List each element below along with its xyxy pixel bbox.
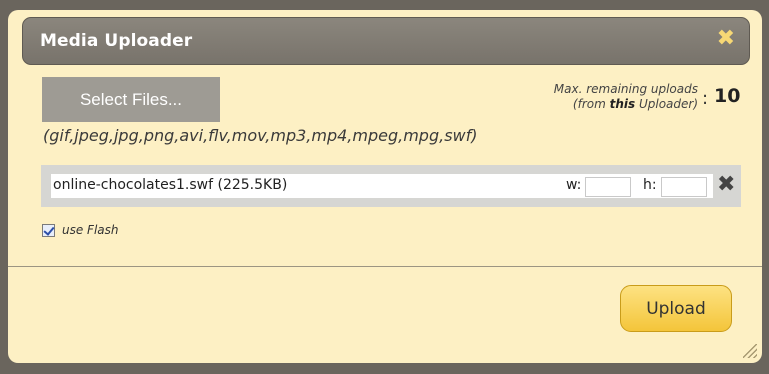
close-icon[interactable]: ✖ [717,28,735,50]
dialog-title: Media Uploader [40,31,193,51]
remove-file-icon[interactable]: ✖ [717,172,735,198]
allowed-formats: (gif,jpeg,jpg,png,avi,flv,mov,mp3,mp4,mp… [43,126,478,145]
max-uploads-line2-bold: this [609,97,636,111]
width-input[interactable] [585,177,631,197]
divider [8,266,762,267]
file-name: online-chocolates1.swf (225.5KB) [53,177,288,193]
media-uploader-dialog: Media Uploader ✖ Select Files... Max. re… [8,10,762,363]
file-row: online-chocolates1.swf (225.5KB) w: h: ✖ [41,165,741,207]
max-uploads-line2-suffix: Uploader) [635,97,698,111]
file-name-box: online-chocolates1.swf (225.5KB) [51,174,571,198]
max-uploads-line2-prefix: (from [572,97,610,111]
upload-button[interactable]: Upload [620,285,732,332]
resize-grip-icon[interactable] [743,344,757,358]
max-uploads-note: Max. remaining uploads (from this Upload… [508,82,698,112]
width-label: w: [566,177,582,193]
max-uploads-count: 10 [714,85,741,107]
height-label: h: [643,177,657,193]
use-flash-row[interactable]: use Flash [42,223,119,237]
use-flash-label[interactable]: use Flash [62,223,119,237]
height-input[interactable] [661,177,707,197]
max-uploads-line1: Max. remaining uploads [553,82,698,96]
select-files-button[interactable]: Select Files... [42,77,220,122]
dimension-box: w: h: [563,174,713,198]
use-flash-checkbox[interactable] [42,223,55,237]
max-uploads-line2: (from this Uploader) [508,97,698,112]
dialog-titlebar[interactable]: Media Uploader ✖ [22,17,750,65]
max-uploads-colon: : [702,88,709,109]
